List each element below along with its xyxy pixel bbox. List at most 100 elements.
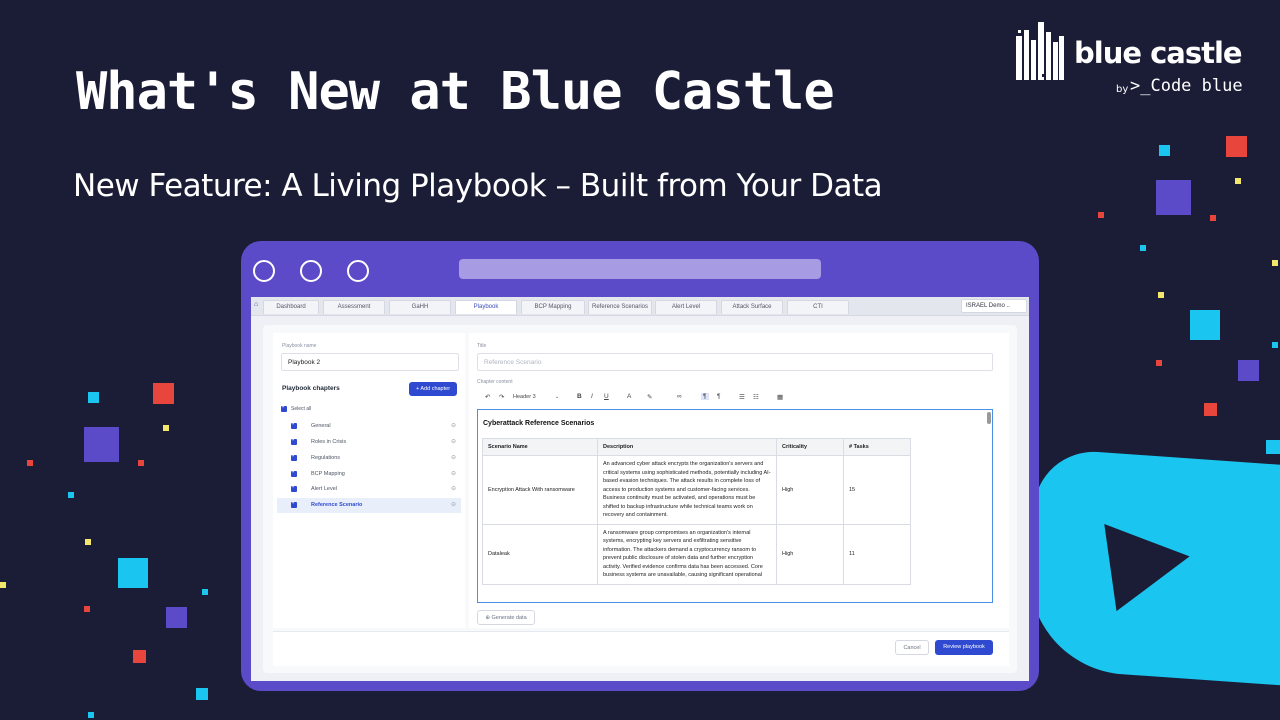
- tab-gahh[interactable]: GaHH: [389, 300, 451, 314]
- scenario-description: A ransomware group compromises an organi…: [597, 523, 777, 585]
- rich-text-editor[interactable]: Cyberattack Reference Scenarios Scenario…: [477, 409, 993, 603]
- decor-pixel: [1235, 178, 1241, 184]
- add-chapter-button[interactable]: + Add chapter: [409, 382, 457, 396]
- chapter-label: General: [311, 423, 331, 429]
- cancel-button[interactable]: Cancel: [895, 640, 929, 655]
- playbook-page: Playbook name Playbook 2 Playbook chapte…: [263, 325, 1017, 673]
- scenario-description: An advanced cyber attack encrypts the or…: [597, 455, 777, 525]
- window-dot: [300, 260, 322, 282]
- heading-select[interactable]: Header 3: [513, 394, 536, 400]
- chapter-item-reference[interactable]: Reference Scenario ⊖: [277, 498, 461, 513]
- page-footer: Cancel Review playbook: [273, 631, 1009, 666]
- window-dot: [253, 260, 275, 282]
- highlight-icon[interactable]: ✎: [647, 393, 652, 401]
- subheadline: New Feature: A Living Playbook – Built f…: [73, 168, 883, 204]
- decor-pixel: [85, 539, 91, 545]
- table-header: Description: [597, 438, 777, 456]
- redo-icon[interactable]: ↷: [499, 393, 504, 401]
- editor-scrollbar[interactable]: [987, 412, 991, 424]
- decor-pixel: [27, 460, 33, 466]
- table-row: Dataleak A ransomware group compromises …: [482, 523, 911, 585]
- title-input[interactable]: Reference Scenario: [477, 353, 993, 371]
- lock-icon: ⊖: [451, 502, 457, 508]
- decor-pixel: [133, 650, 146, 663]
- decor-pixel: [1158, 292, 1164, 298]
- lock-icon: ⊖: [451, 471, 457, 477]
- chapter-checkbox[interactable]: [291, 499, 297, 508]
- decor-pixel: [1226, 136, 1247, 157]
- chapter-label: Reference Scenario: [311, 502, 363, 508]
- chapter-item-general[interactable]: General ⊖: [277, 419, 461, 434]
- decor-pixel: [1156, 180, 1191, 215]
- playbook-name-label: Playbook name: [282, 343, 317, 349]
- chapter-item-regulations[interactable]: Regulations ⊖: [277, 451, 461, 466]
- ltr-icon[interactable]: ¶: [701, 393, 709, 400]
- tab-reference-scenarios[interactable]: Reference Scenarios: [588, 300, 652, 314]
- bullet-list-icon[interactable]: ☰: [739, 393, 745, 401]
- tab-alert-level[interactable]: Alert Level: [655, 300, 717, 314]
- app-tabbar: ⌂ Dashboard Assessment GaHH Playbook BCP…: [251, 297, 1029, 316]
- lock-icon: ⊖: [451, 423, 457, 429]
- playbook-sidebar: Playbook name Playbook 2 Playbook chapte…: [273, 333, 465, 628]
- brand-name: blue castle: [1074, 36, 1243, 70]
- tab-bcp-mapping[interactable]: BCP Mapping: [521, 300, 585, 314]
- underline-icon[interactable]: U: [604, 393, 609, 400]
- table-icon[interactable]: ▦: [777, 393, 783, 401]
- decor-pixel: [0, 582, 6, 588]
- decor-pixel: [1204, 403, 1217, 416]
- user-menu[interactable]: ISRAEL Demo ..: [961, 299, 1027, 313]
- chapter-label: Roles in Crisis: [311, 439, 347, 445]
- text-color-icon[interactable]: A: [627, 393, 631, 400]
- home-icon[interactable]: ⌂: [254, 301, 258, 308]
- chapter-item-bcp[interactable]: BCP Mapping ⊖: [277, 467, 461, 482]
- link-icon[interactable]: ∞: [677, 393, 682, 400]
- decor-pixel: [88, 712, 94, 718]
- brand-company: >_Code blue: [1130, 76, 1243, 96]
- chevron-down-icon[interactable]: ⌄: [555, 394, 559, 400]
- chapter-checkbox[interactable]: [291, 420, 297, 429]
- chapter-checkbox[interactable]: [291, 468, 297, 477]
- decor-pixel: [68, 492, 74, 498]
- scenario-name: Encryption Attack With ransomware: [482, 455, 598, 525]
- select-all-checkbox[interactable]: [281, 403, 287, 412]
- generate-data-button[interactable]: ⊕ Generate data: [477, 610, 535, 625]
- rtl-icon[interactable]: ¶: [717, 393, 721, 400]
- chapter-editor-panel: Title Reference Scenario Chapter content…: [469, 333, 1009, 628]
- decor-pixel: [166, 607, 187, 628]
- generate-data-label: Generate data: [491, 615, 527, 621]
- numbered-list-icon[interactable]: ☷: [753, 393, 759, 401]
- chapters-title: Playbook chapters: [282, 385, 340, 392]
- tab-cti[interactable]: CTI: [787, 300, 849, 314]
- table-header: # Tasks: [843, 438, 911, 456]
- content-label: Chapter content: [477, 379, 513, 385]
- tab-dashboard[interactable]: Dashboard: [263, 300, 319, 314]
- chapter-item-roles[interactable]: Roles in Crisis ⊖: [277, 435, 461, 450]
- playbook-name-input[interactable]: Playbook 2: [281, 353, 459, 371]
- chapter-checkbox[interactable]: [291, 483, 297, 492]
- scenario-table: Scenario Name Description Criticality # …: [482, 438, 911, 585]
- title-label: Title: [477, 343, 487, 349]
- italic-icon[interactable]: I: [591, 393, 593, 400]
- tab-playbook[interactable]: Playbook: [455, 300, 517, 314]
- select-all-label: Select all: [291, 406, 312, 412]
- bold-icon[interactable]: B: [577, 393, 582, 400]
- table-header: Criticality: [776, 438, 844, 456]
- castle-icon: [1016, 22, 1064, 80]
- decor-pixel: [1272, 342, 1278, 348]
- tab-assessment[interactable]: Assessment: [323, 300, 385, 314]
- editor-toolbar: ↶ ↷ Header 3 ⌄ B I U A ✎ ∞ ¶ ¶ ☰ ☷ ▦: [477, 391, 993, 405]
- chapter-label: BCP Mapping: [311, 471, 345, 477]
- chapter-checkbox[interactable]: [291, 436, 297, 445]
- decor-pixel: [88, 392, 99, 403]
- chapter-checkbox[interactable]: [291, 452, 297, 461]
- chapter-item-alert[interactable]: Alert Level ⊖: [277, 482, 461, 497]
- review-playbook-button[interactable]: Review playbook: [935, 640, 993, 655]
- decor-pixel: [1272, 260, 1278, 266]
- tab-attack-surface[interactable]: Attack Surface: [721, 300, 783, 314]
- chapter-label: Regulations: [311, 455, 341, 461]
- app-screenshot: ⌂ Dashboard Assessment GaHH Playbook BCP…: [251, 297, 1029, 681]
- decor-pixel: [118, 558, 148, 588]
- brand-by: by: [1116, 84, 1129, 95]
- undo-icon[interactable]: ↶: [485, 393, 490, 401]
- decor-pixel: [1098, 212, 1104, 218]
